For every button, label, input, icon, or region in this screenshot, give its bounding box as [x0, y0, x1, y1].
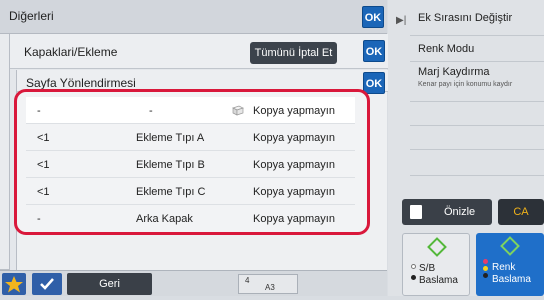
row-page-cell: - — [37, 105, 41, 117]
right-action-panel: ▶| Ek Sırasını Değiştir Renk Modu Marj K… — [388, 0, 544, 296]
row-page-cell: <1 — [37, 186, 50, 198]
others-dialog-header: Diğerleri OK — [0, 0, 387, 34]
start-diamond-icon — [427, 237, 447, 257]
expand-arrow-icon[interactable]: ▶| — [396, 15, 406, 26]
row-copy-cell: Kopya yapmayın — [253, 132, 335, 144]
row-page-cell: <1 — [37, 159, 50, 171]
bw-start-line2: Baslama — [419, 275, 458, 286]
page-count: 4 — [245, 276, 250, 285]
row-type-cell: Ekleme Tıpı C — [136, 186, 206, 198]
row-copy-cell: Kopya yapmayın — [253, 105, 335, 117]
table-row[interactable]: - - Kopya yapmayın — [26, 97, 355, 124]
empty-slot-1 — [410, 102, 544, 126]
bw-dot-icon — [411, 264, 416, 269]
back-button[interactable]: Geri — [67, 273, 152, 295]
row-copy-cell: Kopya yapmayın — [253, 186, 335, 198]
insert-settings-table-highlight: - - Kopya yapmayın <1 Ekleme Tıpı A Kopy… — [14, 89, 370, 235]
color-mode-label: Renk Modu — [418, 43, 475, 55]
table-row[interactable]: <1 Ekleme Tıpı C Kopya yapmayın — [26, 178, 355, 205]
row-type-cell: Ekleme Tıpı A — [136, 132, 205, 144]
row-page-cell: - — [37, 213, 41, 225]
color-dot-icon — [483, 273, 488, 278]
row-page-cell: <1 — [37, 132, 50, 144]
cancel-all-button[interactable]: Tümünü İptal Et — [250, 42, 337, 64]
orientation-ok-button[interactable]: OK — [363, 72, 385, 94]
checkmark-icon — [40, 278, 54, 290]
paper-size-indicator: 4 A3 — [238, 274, 298, 294]
empty-slot-3 — [410, 150, 544, 176]
confirm-button[interactable] — [32, 273, 62, 295]
row-copy-cell: Kopya yapmayın — [253, 213, 335, 225]
star-icon — [5, 276, 23, 293]
orientation-dialog-title: Sayfa Yönlendirmesi — [26, 76, 136, 90]
color-dot-icon — [483, 266, 488, 271]
margin-shift-label: Marj Kaydırma — [418, 66, 490, 78]
row-type-cell: Ekleme Tıpı B — [136, 159, 205, 171]
table-row[interactable]: <1 Ekleme Tıpı B Kopya yapmayın — [26, 151, 355, 178]
color-start-line1: Renk — [492, 262, 516, 273]
color-dot-icon — [483, 259, 488, 264]
covers-dialog-header: Kapaklari/Ekleme Tümünü İptal Et OK — [10, 34, 388, 69]
bw-dot-icon — [411, 275, 416, 280]
paper-size: A3 — [265, 283, 275, 292]
margin-shift-item[interactable]: Marj Kaydırma Kenar payı için konumu kay… — [410, 62, 544, 102]
color-mode-item[interactable]: Renk Modu — [410, 36, 544, 62]
change-insert-order-label: Ek Sırasını Değiştir — [418, 12, 513, 24]
preview-label: Önizle — [444, 206, 476, 218]
table-row[interactable]: - Arka Kapak Kopya yapmayın — [26, 205, 355, 232]
others-ok-button[interactable]: OK — [362, 6, 384, 28]
margin-shift-sublabel: Kenar payı için konumu kaydır — [418, 81, 513, 88]
preview-icon — [410, 205, 422, 219]
bottom-toolbar: Geri 4 A3 — [0, 270, 387, 296]
row-type-cell: Arka Kapak — [136, 213, 193, 225]
clear-all-button[interactable]: CA — [498, 199, 544, 225]
row-copy-cell: Kopya yapmayın — [253, 159, 335, 171]
row-type-cell: - — [149, 105, 153, 117]
change-insert-order-item[interactable]: Ek Sırasını Değiştir — [410, 0, 544, 36]
others-dialog-title: Diğerleri — [9, 9, 54, 23]
insert-settings-table: - - Kopya yapmayın <1 Ekleme Tıpı A Kopy… — [26, 97, 355, 232]
color-start-line2: Baslama — [492, 274, 531, 285]
color-start-button[interactable]: Renk Baslama — [476, 233, 544, 296]
page-icon — [232, 105, 244, 116]
empty-slot-2 — [410, 126, 544, 150]
table-row[interactable]: <1 Ekleme Tıpı A Kopya yapmayın — [26, 124, 355, 151]
bw-start-button[interactable]: S/B Baslama — [402, 233, 470, 296]
preview-button[interactable]: Önizle — [402, 199, 492, 225]
covers-ok-button[interactable]: OK — [363, 40, 385, 62]
favorites-button[interactable] — [2, 273, 26, 295]
covers-dialog-title: Kapaklari/Ekleme — [24, 45, 118, 59]
start-diamond-icon — [500, 236, 520, 256]
bw-start-line1: S/B — [419, 263, 436, 274]
